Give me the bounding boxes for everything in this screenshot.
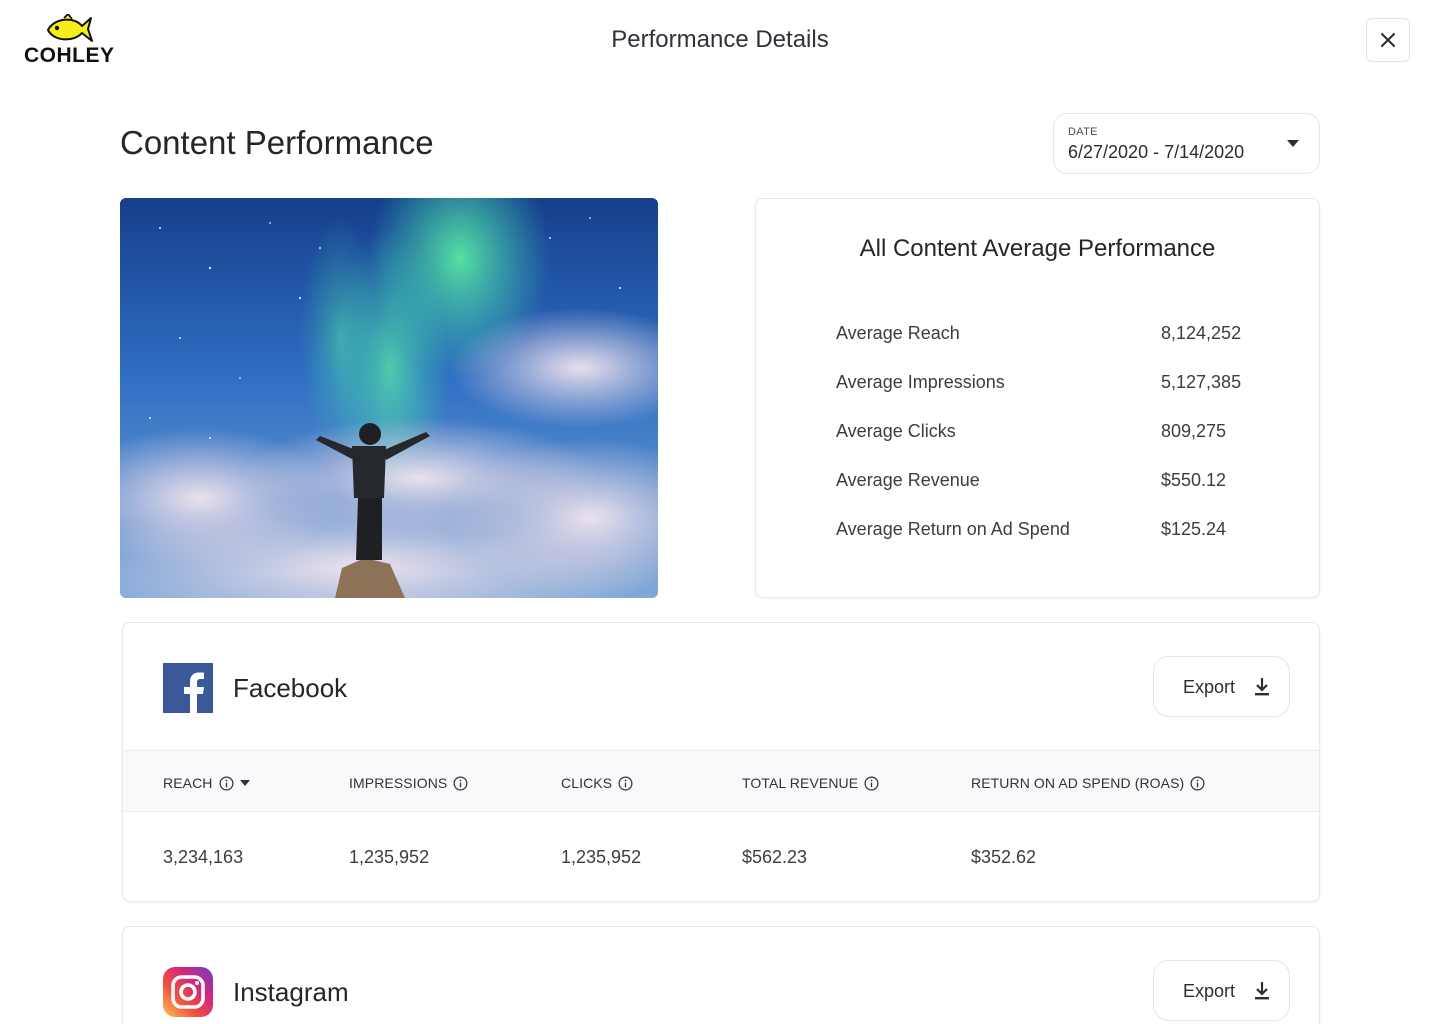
- roas-value: $352.62: [971, 847, 1037, 867]
- clicks-value: 1,235,952: [561, 847, 642, 867]
- average-impressions-row: Average Impressions 5,127,385: [836, 372, 1256, 396]
- content-performance-title: Content Performance: [120, 124, 434, 161]
- date-label: DATE: [1068, 126, 1098, 138]
- column-header-total-revenue[interactable]: TOTAL REVENUE: [742, 775, 879, 791]
- metric-value: 5,127,385: [1161, 372, 1242, 392]
- content-image: [120, 198, 658, 598]
- info-icon[interactable]: [864, 776, 879, 791]
- export-label: Export: [1183, 981, 1236, 1001]
- instagram-icon: [163, 967, 213, 1017]
- metric-label: Average Return on Ad Spend: [836, 519, 1070, 539]
- date-value: 6/27/2020 - 7/14/2020: [1068, 142, 1245, 162]
- column-header-label: TOTAL REVENUE: [742, 775, 859, 791]
- chevron-down-icon: [1287, 140, 1299, 147]
- close-button[interactable]: [1366, 18, 1410, 62]
- metric-label: Average Reach: [836, 323, 960, 343]
- average-roas-row: Average Return on Ad Spend $125.24: [836, 519, 1256, 543]
- average-reach-row: Average Reach 8,124,252: [836, 323, 1256, 347]
- column-header-roas[interactable]: RETURN ON AD SPEND (ROAS): [971, 775, 1205, 791]
- instagram-card: Instagram Export: [122, 926, 1320, 1024]
- total-revenue-value: $562.23: [742, 847, 808, 867]
- export-button[interactable]: Export: [1153, 656, 1290, 717]
- average-performance-title: All Content Average Performance: [859, 235, 1216, 262]
- average-performance-card: All Content Average Performance Average …: [755, 198, 1320, 598]
- info-icon[interactable]: [453, 776, 468, 791]
- column-header-label: REACH: [163, 775, 213, 791]
- column-header-label: CLICKS: [561, 775, 613, 791]
- metric-label: Average Impressions: [836, 372, 1005, 392]
- info-icon[interactable]: [1190, 776, 1205, 791]
- metrics-header-row: REACH IMPRESSIONS CLICKS TOTAL REVENUE R…: [123, 750, 1319, 812]
- metric-label: Average Clicks: [836, 421, 956, 441]
- download-icon: [1255, 678, 1269, 696]
- column-header-label: IMPRESSIONS: [349, 775, 448, 791]
- info-icon[interactable]: [618, 776, 633, 791]
- facebook-card: Facebook Export REACH IMPRESSIONS CLICKS…: [122, 622, 1320, 902]
- average-revenue-row: Average Revenue $550.12: [836, 470, 1256, 494]
- close-icon: [1381, 33, 1395, 47]
- column-header-impressions[interactable]: IMPRESSIONS: [349, 775, 468, 791]
- reach-value: 3,234,163: [163, 847, 244, 867]
- platform-name: Facebook: [233, 673, 348, 703]
- column-header-clicks[interactable]: CLICKS: [561, 775, 633, 791]
- export-label: Export: [1183, 677, 1236, 697]
- export-button[interactable]: Export: [1153, 960, 1290, 1021]
- metric-value: $125.24: [1161, 519, 1227, 539]
- facebook-icon: [163, 663, 213, 713]
- column-header-reach[interactable]: REACH: [163, 775, 250, 791]
- column-header-label: RETURN ON AD SPEND (ROAS): [971, 775, 1185, 791]
- impressions-value: 1,235,952: [349, 847, 430, 867]
- download-icon: [1255, 982, 1269, 1000]
- metric-value: 8,124,252: [1161, 323, 1242, 343]
- average-clicks-row: Average Clicks 809,275: [836, 421, 1256, 445]
- info-icon[interactable]: [219, 776, 234, 791]
- metric-value: 809,275: [1161, 421, 1227, 441]
- page-title: Performance Details: [611, 26, 829, 53]
- metric-value: $550.12: [1161, 470, 1227, 490]
- sort-descending-icon[interactable]: [239, 780, 250, 786]
- metric-label: Average Revenue: [836, 470, 980, 490]
- platform-name: Instagram: [233, 977, 349, 1007]
- date-range-select[interactable]: DATE 6/27/2020 - 7/14/2020: [1053, 113, 1320, 174]
